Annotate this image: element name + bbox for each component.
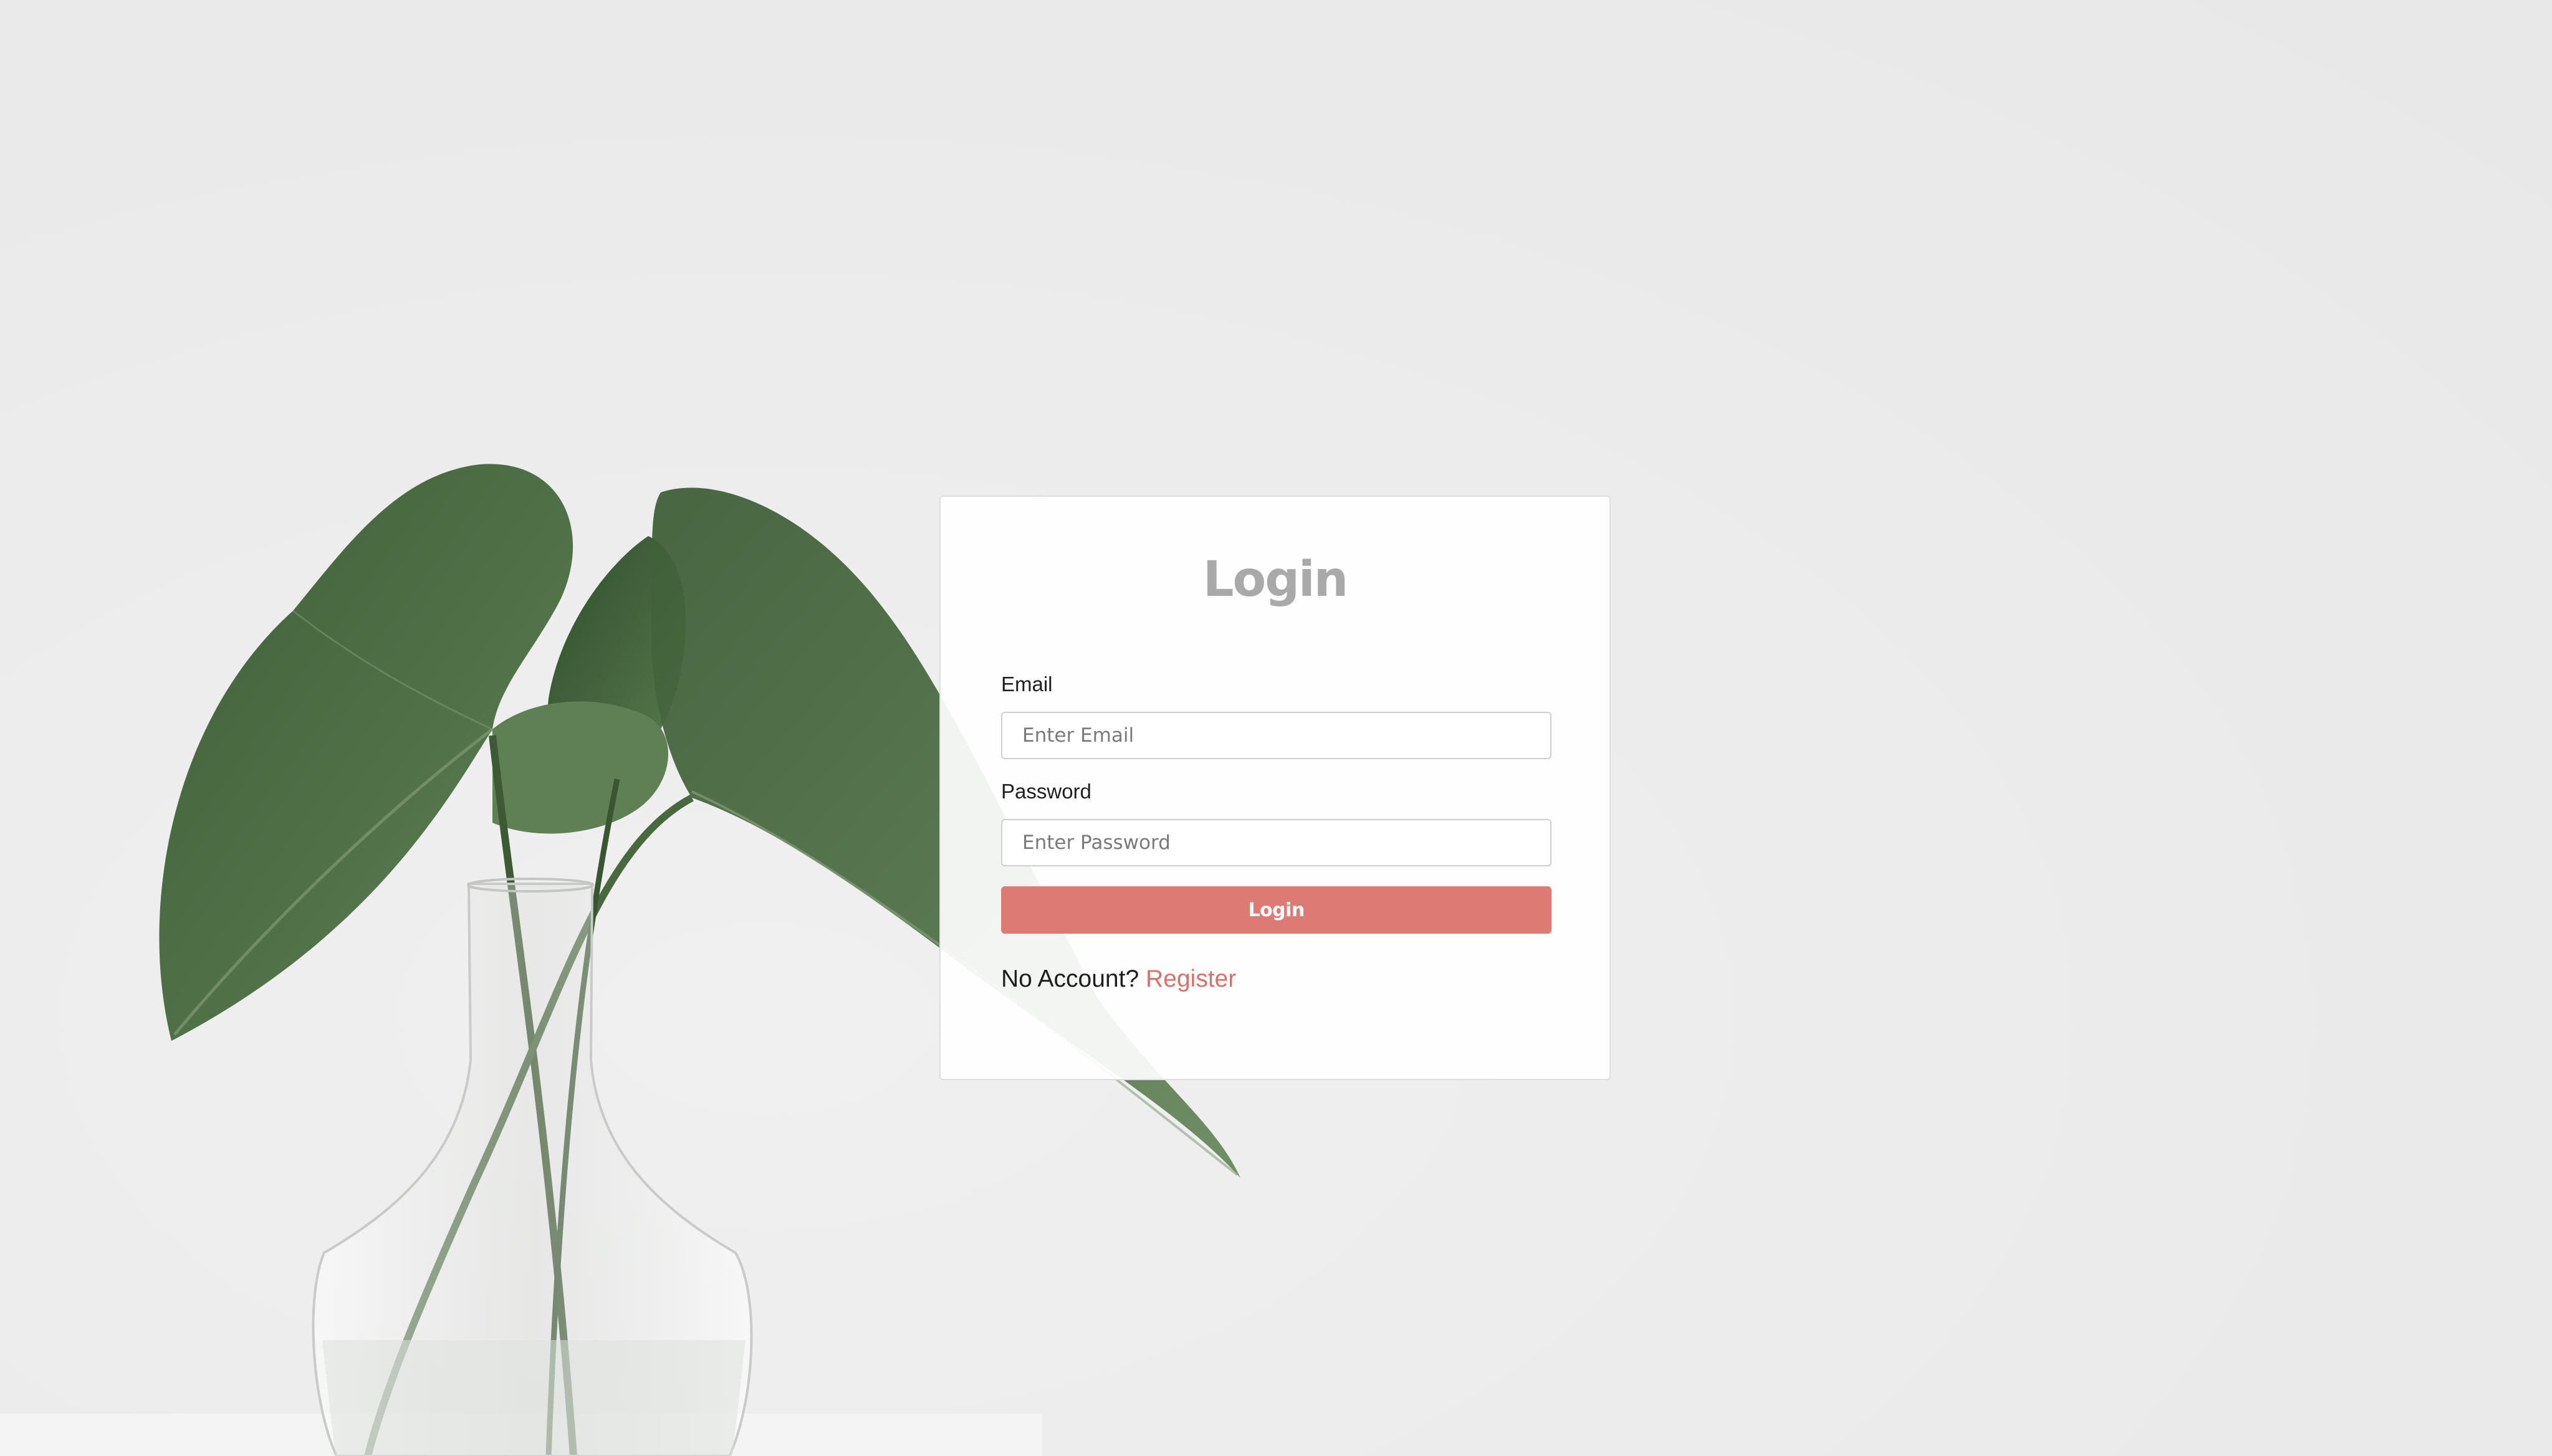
register-prompt: No Account? Register	[1001, 965, 1236, 993]
login-title: Login	[1202, 552, 1348, 608]
login-button[interactable]: Login	[1001, 886, 1552, 934]
register-link[interactable]: Register	[1146, 965, 1236, 992]
password-label: Password	[1001, 780, 1091, 803]
leaf-lower	[492, 701, 669, 834]
login-card: Login Email Password Login No Account? R…	[939, 496, 1611, 1080]
email-input[interactable]	[1001, 712, 1552, 759]
no-account-text: No Account?	[1001, 965, 1139, 992]
email-label: Email	[1001, 673, 1053, 696]
password-input[interactable]	[1001, 819, 1552, 866]
